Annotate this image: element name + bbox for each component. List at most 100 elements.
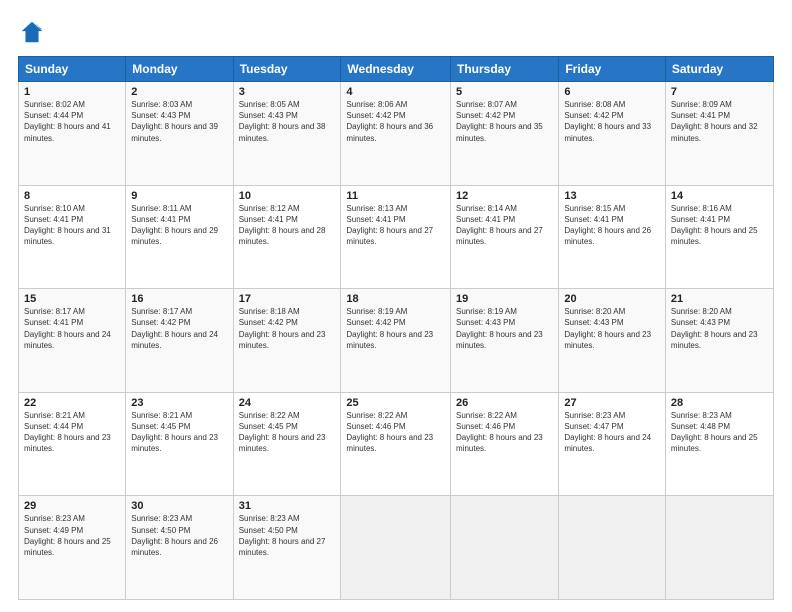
day-detail: Sunrise: 8:12 AMSunset: 4:41 PMDaylight:… (239, 204, 326, 247)
day-detail: Sunrise: 8:19 AMSunset: 4:43 PMDaylight:… (456, 307, 543, 350)
day-cell: 6 Sunrise: 8:08 AMSunset: 4:42 PMDayligh… (559, 82, 666, 186)
day-cell: 3 Sunrise: 8:05 AMSunset: 4:43 PMDayligh… (233, 82, 341, 186)
day-number: 2 (131, 86, 227, 98)
col-header-wednesday: Wednesday (341, 57, 451, 82)
day-number: 10 (239, 190, 336, 202)
day-cell: 15 Sunrise: 8:17 AMSunset: 4:41 PMDaylig… (19, 289, 126, 393)
day-cell: 22 Sunrise: 8:21 AMSunset: 4:44 PMDaylig… (19, 392, 126, 496)
day-number: 15 (24, 293, 120, 305)
day-number: 29 (24, 500, 120, 512)
header (18, 18, 774, 46)
day-number: 8 (24, 190, 120, 202)
day-detail: Sunrise: 8:21 AMSunset: 4:45 PMDaylight:… (131, 411, 218, 454)
day-cell: 8 Sunrise: 8:10 AMSunset: 4:41 PMDayligh… (19, 185, 126, 289)
day-detail: Sunrise: 8:23 AMSunset: 4:50 PMDaylight:… (239, 514, 326, 557)
day-number: 23 (131, 397, 227, 409)
day-number: 7 (671, 86, 768, 98)
day-detail: Sunrise: 8:14 AMSunset: 4:41 PMDaylight:… (456, 204, 543, 247)
col-header-monday: Monday (126, 57, 233, 82)
calendar-table: SundayMondayTuesdayWednesdayThursdayFrid… (18, 56, 774, 600)
day-detail: Sunrise: 8:22 AMSunset: 4:46 PMDaylight:… (346, 411, 433, 454)
day-detail: Sunrise: 8:03 AMSunset: 4:43 PMDaylight:… (131, 100, 218, 143)
day-number: 16 (131, 293, 227, 305)
day-cell: 18 Sunrise: 8:19 AMSunset: 4:42 PMDaylig… (341, 289, 451, 393)
day-cell (559, 496, 666, 600)
day-cell (665, 496, 773, 600)
day-detail: Sunrise: 8:15 AMSunset: 4:41 PMDaylight:… (564, 204, 651, 247)
day-detail: Sunrise: 8:16 AMSunset: 4:41 PMDaylight:… (671, 204, 758, 247)
day-cell: 29 Sunrise: 8:23 AMSunset: 4:49 PMDaylig… (19, 496, 126, 600)
day-cell: 24 Sunrise: 8:22 AMSunset: 4:45 PMDaylig… (233, 392, 341, 496)
col-header-friday: Friday (559, 57, 666, 82)
day-detail: Sunrise: 8:20 AMSunset: 4:43 PMDaylight:… (564, 307, 651, 350)
day-cell: 9 Sunrise: 8:11 AMSunset: 4:41 PMDayligh… (126, 185, 233, 289)
day-number: 3 (239, 86, 336, 98)
day-cell: 11 Sunrise: 8:13 AMSunset: 4:41 PMDaylig… (341, 185, 451, 289)
day-detail: Sunrise: 8:13 AMSunset: 4:41 PMDaylight:… (346, 204, 433, 247)
day-number: 19 (456, 293, 553, 305)
day-detail: Sunrise: 8:22 AMSunset: 4:46 PMDaylight:… (456, 411, 543, 454)
day-cell: 31 Sunrise: 8:23 AMSunset: 4:50 PMDaylig… (233, 496, 341, 600)
header-row: SundayMondayTuesdayWednesdayThursdayFrid… (19, 57, 774, 82)
day-cell: 30 Sunrise: 8:23 AMSunset: 4:50 PMDaylig… (126, 496, 233, 600)
col-header-tuesday: Tuesday (233, 57, 341, 82)
day-number: 6 (564, 86, 660, 98)
day-number: 20 (564, 293, 660, 305)
day-cell: 13 Sunrise: 8:15 AMSunset: 4:41 PMDaylig… (559, 185, 666, 289)
day-detail: Sunrise: 8:10 AMSunset: 4:41 PMDaylight:… (24, 204, 111, 247)
day-number: 13 (564, 190, 660, 202)
day-cell: 26 Sunrise: 8:22 AMSunset: 4:46 PMDaylig… (451, 392, 559, 496)
day-number: 25 (346, 397, 445, 409)
day-number: 26 (456, 397, 553, 409)
day-number: 1 (24, 86, 120, 98)
day-detail: Sunrise: 8:11 AMSunset: 4:41 PMDaylight:… (131, 204, 218, 247)
day-detail: Sunrise: 8:06 AMSunset: 4:42 PMDaylight:… (346, 100, 433, 143)
day-number: 21 (671, 293, 768, 305)
day-detail: Sunrise: 8:19 AMSunset: 4:42 PMDaylight:… (346, 307, 433, 350)
day-cell: 21 Sunrise: 8:20 AMSunset: 4:43 PMDaylig… (665, 289, 773, 393)
day-detail: Sunrise: 8:18 AMSunset: 4:42 PMDaylight:… (239, 307, 326, 350)
day-cell: 5 Sunrise: 8:07 AMSunset: 4:42 PMDayligh… (451, 82, 559, 186)
page: SundayMondayTuesdayWednesdayThursdayFrid… (0, 0, 792, 612)
day-cell: 20 Sunrise: 8:20 AMSunset: 4:43 PMDaylig… (559, 289, 666, 393)
day-number: 12 (456, 190, 553, 202)
col-header-saturday: Saturday (665, 57, 773, 82)
day-number: 9 (131, 190, 227, 202)
day-cell: 7 Sunrise: 8:09 AMSunset: 4:41 PMDayligh… (665, 82, 773, 186)
day-cell: 12 Sunrise: 8:14 AMSunset: 4:41 PMDaylig… (451, 185, 559, 289)
day-cell: 25 Sunrise: 8:22 AMSunset: 4:46 PMDaylig… (341, 392, 451, 496)
day-detail: Sunrise: 8:05 AMSunset: 4:43 PMDaylight:… (239, 100, 326, 143)
week-row-5: 29 Sunrise: 8:23 AMSunset: 4:49 PMDaylig… (19, 496, 774, 600)
day-cell: 16 Sunrise: 8:17 AMSunset: 4:42 PMDaylig… (126, 289, 233, 393)
day-detail: Sunrise: 8:23 AMSunset: 4:50 PMDaylight:… (131, 514, 218, 557)
day-detail: Sunrise: 8:21 AMSunset: 4:44 PMDaylight:… (24, 411, 111, 454)
day-number: 28 (671, 397, 768, 409)
day-number: 18 (346, 293, 445, 305)
day-number: 14 (671, 190, 768, 202)
day-detail: Sunrise: 8:23 AMSunset: 4:47 PMDaylight:… (564, 411, 651, 454)
day-number: 30 (131, 500, 227, 512)
day-detail: Sunrise: 8:09 AMSunset: 4:41 PMDaylight:… (671, 100, 758, 143)
day-number: 5 (456, 86, 553, 98)
day-number: 31 (239, 500, 336, 512)
day-detail: Sunrise: 8:23 AMSunset: 4:48 PMDaylight:… (671, 411, 758, 454)
day-cell: 17 Sunrise: 8:18 AMSunset: 4:42 PMDaylig… (233, 289, 341, 393)
day-detail: Sunrise: 8:17 AMSunset: 4:41 PMDaylight:… (24, 307, 111, 350)
day-detail: Sunrise: 8:23 AMSunset: 4:49 PMDaylight:… (24, 514, 111, 557)
day-detail: Sunrise: 8:02 AMSunset: 4:44 PMDaylight:… (24, 100, 111, 143)
day-cell (341, 496, 451, 600)
day-detail: Sunrise: 8:08 AMSunset: 4:42 PMDaylight:… (564, 100, 651, 143)
day-number: 11 (346, 190, 445, 202)
day-cell: 28 Sunrise: 8:23 AMSunset: 4:48 PMDaylig… (665, 392, 773, 496)
day-number: 24 (239, 397, 336, 409)
day-cell: 23 Sunrise: 8:21 AMSunset: 4:45 PMDaylig… (126, 392, 233, 496)
day-cell: 4 Sunrise: 8:06 AMSunset: 4:42 PMDayligh… (341, 82, 451, 186)
col-header-sunday: Sunday (19, 57, 126, 82)
day-number: 4 (346, 86, 445, 98)
day-detail: Sunrise: 8:17 AMSunset: 4:42 PMDaylight:… (131, 307, 218, 350)
week-row-4: 22 Sunrise: 8:21 AMSunset: 4:44 PMDaylig… (19, 392, 774, 496)
day-cell: 14 Sunrise: 8:16 AMSunset: 4:41 PMDaylig… (665, 185, 773, 289)
day-cell: 27 Sunrise: 8:23 AMSunset: 4:47 PMDaylig… (559, 392, 666, 496)
week-row-1: 1 Sunrise: 8:02 AMSunset: 4:44 PMDayligh… (19, 82, 774, 186)
day-number: 17 (239, 293, 336, 305)
